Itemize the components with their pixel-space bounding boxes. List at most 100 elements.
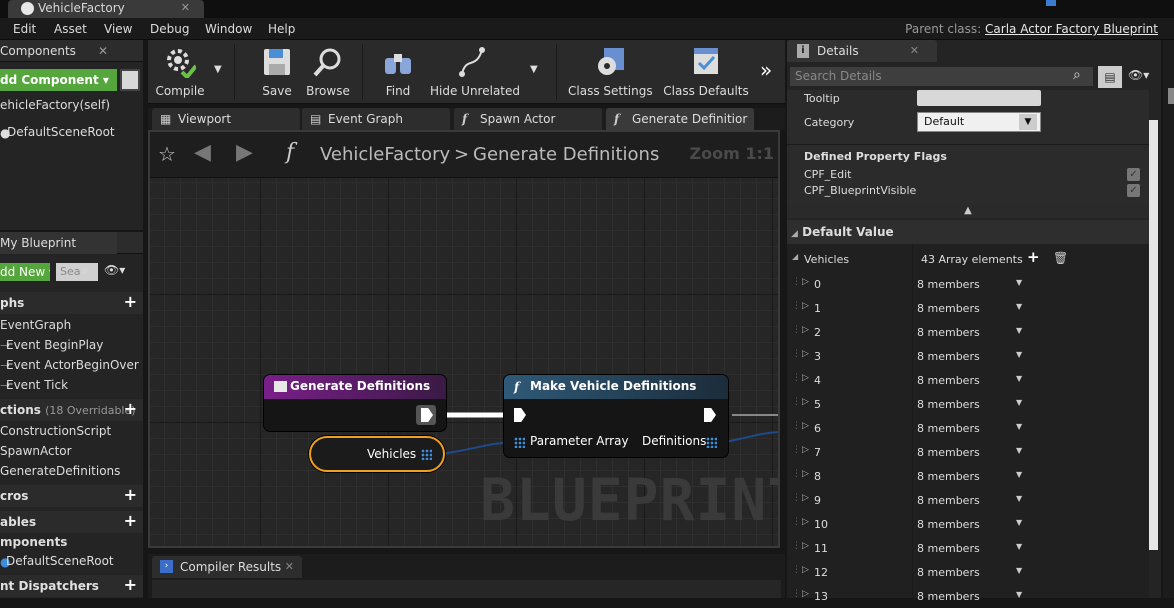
chevron-down-icon[interactable]: ▼ (1016, 350, 1022, 359)
array-element-row[interactable]: ⋮ ▷ 12 8 members ▼ (787, 562, 1149, 584)
search-icon[interactable] (120, 69, 140, 91)
node-vehicles-variable[interactable]: Vehicles (309, 436, 445, 472)
menu-window[interactable]: Window (205, 22, 252, 36)
expand-triangle-icon[interactable]: ▷ (802, 373, 809, 383)
parent-class-link[interactable]: Carla Actor Factory Blueprint (985, 22, 1158, 36)
expand-triangle-icon[interactable]: ▷ (802, 469, 809, 479)
function-item-spawnactor[interactable]: SpawnActor (0, 444, 72, 458)
details-search-input[interactable]: Search Details (790, 67, 1093, 86)
menu-debug[interactable]: Debug (150, 22, 189, 36)
function-item-construction[interactable]: ConstructionScript (0, 424, 111, 438)
my-blueprint-tab[interactable]: My Blueprint (0, 232, 117, 254)
drag-handle-icon[interactable]: ⋮ (792, 445, 801, 455)
node-generate-definitions[interactable]: Generate Definitions (264, 375, 446, 431)
tab-viewport[interactable]: ▦ Viewport (152, 108, 300, 130)
notification-icon[interactable] (1046, 0, 1056, 6)
search-icon[interactable]: ⌕ (82, 263, 89, 278)
toolbar-overflow-chevron-icon[interactable]: » (760, 58, 772, 82)
menu-edit[interactable]: Edit (13, 22, 36, 36)
chevron-down-icon[interactable]: ▼ (1016, 326, 1022, 335)
class-defaults-button[interactable]: Class Defaults (662, 40, 750, 104)
variables-components-group[interactable]: mponents (0, 535, 67, 549)
section-functions[interactable]: ctions (18 Overridable) + (0, 399, 143, 421)
my-blueprint-search[interactable]: Sea (56, 263, 98, 281)
drag-handle-icon[interactable]: ⋮ (792, 301, 801, 311)
tab-compiler-results[interactable]: › Compiler Results ✕ (152, 556, 302, 578)
array-element-row[interactable]: ⋮ ▷ 5 8 members ▼ (787, 394, 1149, 416)
eye-icon[interactable]: 👁▾ (104, 263, 125, 277)
graph-editor[interactable]: ☆ ◀ ▶ f VehicleFactory > Generate Defini… (148, 130, 780, 548)
expand-triangle-icon[interactable]: ▷ (802, 301, 809, 311)
drag-handle-icon[interactable]: ⋮ (792, 565, 801, 575)
drag-handle-icon[interactable]: ⋮ (792, 325, 801, 335)
variable-default-scene-root[interactable]: DefaultSceneRoot (6, 554, 114, 568)
section-variables[interactable]: ables + (0, 511, 143, 533)
default-value-header[interactable]: ◢ Default Value (787, 220, 1149, 244)
menu-view[interactable]: View (104, 22, 132, 36)
chevron-down-icon[interactable]: ▼ (1016, 494, 1022, 503)
tab-generate-definitions[interactable]: f Generate Definitior (606, 108, 754, 130)
document-tab[interactable]: VehicleFactory ✕ (8, 0, 204, 18)
add-element-icon[interactable]: + (1027, 248, 1040, 266)
tab-event-graph[interactable]: ▤ Event Graph (302, 108, 450, 130)
compile-button[interactable]: Compile (152, 40, 208, 104)
expand-triangle-icon[interactable]: ▷ (802, 565, 809, 575)
expand-triangle-icon[interactable]: ▷ (802, 517, 809, 527)
chevron-down-icon[interactable]: ▼ (1016, 422, 1022, 431)
chevron-down-icon[interactable]: ▼ (1016, 542, 1022, 551)
array-element-row[interactable]: ⋮ ▷ 9 8 members ▼ (787, 490, 1149, 512)
chevron-down-icon[interactable]: ▼ (1016, 302, 1022, 311)
array-element-row[interactable]: ⋮ ▷ 7 8 members ▼ (787, 442, 1149, 464)
menu-help[interactable]: Help (268, 22, 295, 36)
function-item-generate[interactable]: GenerateDefinitions (0, 464, 120, 478)
drag-handle-icon[interactable]: ⋮ (792, 493, 801, 503)
graph-item-beginplay[interactable]: Event BeginPlay (6, 338, 103, 352)
find-button[interactable]: Find (373, 40, 423, 104)
array-output-pin[interactable] (706, 437, 717, 448)
add-graph-icon[interactable]: + (124, 294, 137, 310)
exec-input-pin[interactable] (514, 408, 526, 422)
browse-button[interactable]: Browse (303, 40, 353, 104)
drag-handle-icon[interactable]: ⋮ (792, 421, 801, 431)
expand-triangle-icon[interactable]: ▷ (802, 493, 809, 503)
drag-handle-icon[interactable]: ⋮ (792, 373, 801, 383)
tab-spawn-actor[interactable]: f Spawn Actor (454, 108, 602, 130)
chevron-down-icon[interactable]: ▼ (1016, 278, 1022, 287)
close-icon[interactable]: ✕ (98, 40, 108, 62)
save-button[interactable]: Save (252, 40, 302, 104)
section-macros[interactable]: cros + (0, 485, 143, 507)
details-scrollbar-track[interactable] (1163, 40, 1174, 598)
chevron-down-icon[interactable]: ▼ (1016, 398, 1022, 407)
compile-options-chevron-down-icon[interactable]: ▼ (214, 64, 222, 75)
drag-handle-icon[interactable]: ⋮ (792, 277, 801, 287)
drag-handle-icon[interactable]: ⋮ (792, 469, 801, 479)
eye-icon[interactable]: 👁▾ (1128, 68, 1149, 82)
details-scrollbar-thumb[interactable] (1149, 120, 1158, 550)
drag-handle-icon[interactable]: ⋮ (792, 349, 801, 359)
drag-handle-icon[interactable]: ⋮ (792, 541, 801, 551)
array-element-row[interactable]: ⋮ ▷ 3 8 members ▼ (787, 346, 1149, 368)
property-matrix-icon[interactable]: ▤ (1098, 66, 1122, 88)
search-icon[interactable]: ⌕ (1073, 67, 1081, 83)
chevron-down-icon[interactable]: ▼ (1019, 114, 1037, 130)
drag-handle-icon[interactable]: ⋮ (792, 397, 801, 407)
section-dispatchers[interactable]: nt Dispatchers + (0, 575, 143, 597)
self-row[interactable]: ehicleFactory(self) (0, 98, 110, 112)
graph-item-eventgraph[interactable]: EventGraph (0, 318, 71, 332)
expand-triangle-icon[interactable]: ▷ (802, 397, 809, 407)
array-element-row[interactable]: ⋮ ▷ 0 8 members ▼ (787, 274, 1149, 296)
section-graphs[interactable]: phs + (0, 292, 143, 314)
expand-triangle-icon[interactable]: ▷ (802, 325, 809, 335)
array-element-row[interactable]: ⋮ ▷ 10 8 members ▼ (787, 514, 1149, 536)
expand-triangle-icon[interactable]: ▷ (802, 445, 809, 455)
array-element-row[interactable]: ⋮ ▷ 11 8 members ▼ (787, 538, 1149, 560)
array-input-pin[interactable] (514, 437, 525, 448)
hide-unrelated-button[interactable]: Hide Unrelated (430, 40, 520, 104)
exec-output-pin[interactable] (704, 408, 716, 422)
class-settings-button[interactable]: Class Settings (568, 40, 653, 104)
expand-triangle-icon[interactable]: ▷ (802, 277, 809, 287)
array-element-row[interactable]: ⋮ ▷ 8 8 members ▼ (787, 466, 1149, 488)
add-dispatcher-icon[interactable]: + (124, 577, 137, 593)
add-variable-icon[interactable]: + (124, 513, 137, 529)
chevron-down-icon[interactable]: ▼ (1016, 470, 1022, 479)
